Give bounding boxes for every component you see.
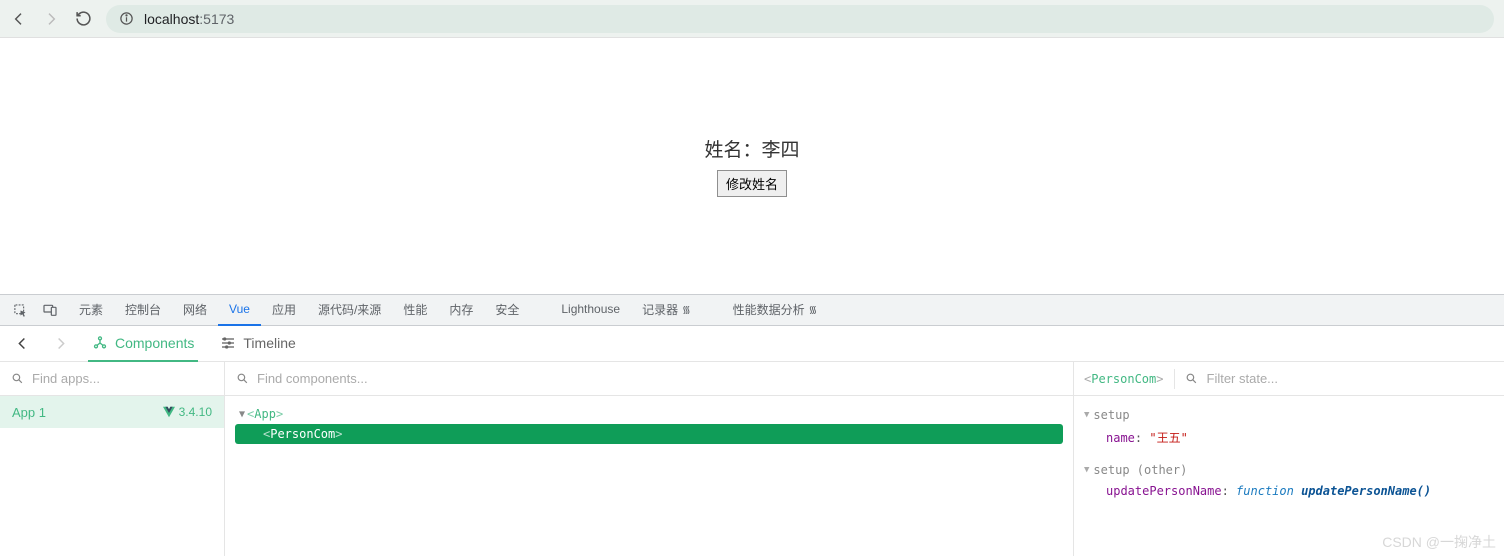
- tab-perf-insights[interactable]: 性能数据分析᯾: [722, 294, 829, 326]
- tab-network[interactable]: 网络: [172, 294, 218, 326]
- apps-panel: App 1 3.4.10: [0, 362, 225, 556]
- tab-security[interactable]: 安全: [484, 294, 530, 326]
- url-text: localhost:5173: [144, 11, 234, 27]
- tree-node-root[interactable]: ▼ <App>: [235, 404, 1063, 424]
- state-group-header[interactable]: ▼ setup: [1084, 404, 1494, 426]
- browser-toolbar: localhost:5173: [0, 0, 1504, 38]
- tree-body: ▼ <App> <PersonCom>: [225, 396, 1073, 452]
- vue-toolbar: Components Timeline: [0, 326, 1504, 362]
- caret-down-icon: ▼: [1084, 410, 1089, 420]
- beta-icon: ᯾: [809, 302, 818, 316]
- tree-search-row: [225, 362, 1073, 396]
- selected-component-name: <PersonCom>: [1084, 372, 1164, 386]
- tab-console[interactable]: 控制台: [114, 294, 172, 326]
- forward-button[interactable]: [42, 10, 60, 28]
- tree-search-input[interactable]: [257, 371, 1063, 386]
- apps-search-input[interactable]: [32, 371, 214, 386]
- app-version: 3.4.10: [163, 405, 212, 419]
- tree-node-selected[interactable]: <PersonCom>: [235, 424, 1063, 444]
- url-bar[interactable]: localhost:5173: [106, 5, 1494, 33]
- inspect-icon[interactable]: [8, 298, 32, 322]
- caret-down-icon: ▼: [239, 409, 245, 420]
- search-icon: [10, 372, 24, 386]
- search-icon: [1185, 372, 1199, 386]
- state-filter-input[interactable]: [1207, 371, 1495, 386]
- state-header: <PersonCom>: [1074, 362, 1504, 396]
- reload-button[interactable]: [74, 10, 92, 28]
- state-group-header[interactable]: ▼ setup (other): [1084, 459, 1494, 481]
- tab-elements[interactable]: 元素: [68, 294, 114, 326]
- state-body: ▼ setup name: "王五" ▼ setup (other) updat…: [1074, 396, 1504, 509]
- timeline-icon: [220, 335, 236, 351]
- vue-forward-button[interactable]: [50, 334, 70, 354]
- panels: App 1 3.4.10 ▼ <App> <PersonCom>: [0, 362, 1504, 556]
- tree-panel: ▼ <App> <PersonCom>: [225, 362, 1074, 556]
- tab-sources[interactable]: 源代码/来源: [307, 294, 392, 326]
- vue-tab-components[interactable]: Components: [88, 326, 198, 362]
- state-panel: <PersonCom> ▼ setup name: "王五" ▼ setup (…: [1074, 362, 1504, 556]
- watermark: CSDN @一掬净土: [1382, 532, 1496, 552]
- search-icon: [235, 372, 249, 386]
- tab-lighthouse[interactable]: Lighthouse: [550, 294, 631, 326]
- beta-icon: ᯾: [682, 302, 691, 316]
- app-name: App 1: [12, 405, 46, 420]
- apps-search-row: [0, 362, 224, 396]
- components-icon: [92, 335, 108, 351]
- device-icon[interactable]: [38, 298, 62, 322]
- state-prop[interactable]: updatePersonName: function updatePersonN…: [1084, 481, 1494, 501]
- vue-back-button[interactable]: [12, 334, 32, 354]
- tab-memory[interactable]: 内存: [438, 294, 484, 326]
- change-name-button[interactable]: 修改姓名: [717, 170, 787, 197]
- tab-application[interactable]: 应用: [261, 294, 307, 326]
- site-info-icon[interactable]: [118, 11, 134, 27]
- back-button[interactable]: [10, 10, 28, 28]
- devtools-tabbar: 元素 控制台 网络 Vue 应用 源代码/来源 性能 内存 安全 Lightho…: [0, 294, 1504, 326]
- vue-tab-timeline[interactable]: Timeline: [216, 326, 299, 362]
- name-label: 姓名：李四: [704, 135, 799, 162]
- tab-performance[interactable]: 性能: [392, 294, 438, 326]
- tab-vue[interactable]: Vue: [218, 294, 261, 326]
- app-item[interactable]: App 1 3.4.10: [0, 396, 224, 428]
- tab-recorder[interactable]: 记录器᯾: [631, 294, 702, 326]
- vue-logo-icon: [163, 406, 175, 418]
- page-content: 姓名：李四 修改姓名: [0, 38, 1504, 294]
- state-prop[interactable]: name: "王五": [1084, 426, 1494, 449]
- caret-down-icon: ▼: [1084, 465, 1089, 475]
